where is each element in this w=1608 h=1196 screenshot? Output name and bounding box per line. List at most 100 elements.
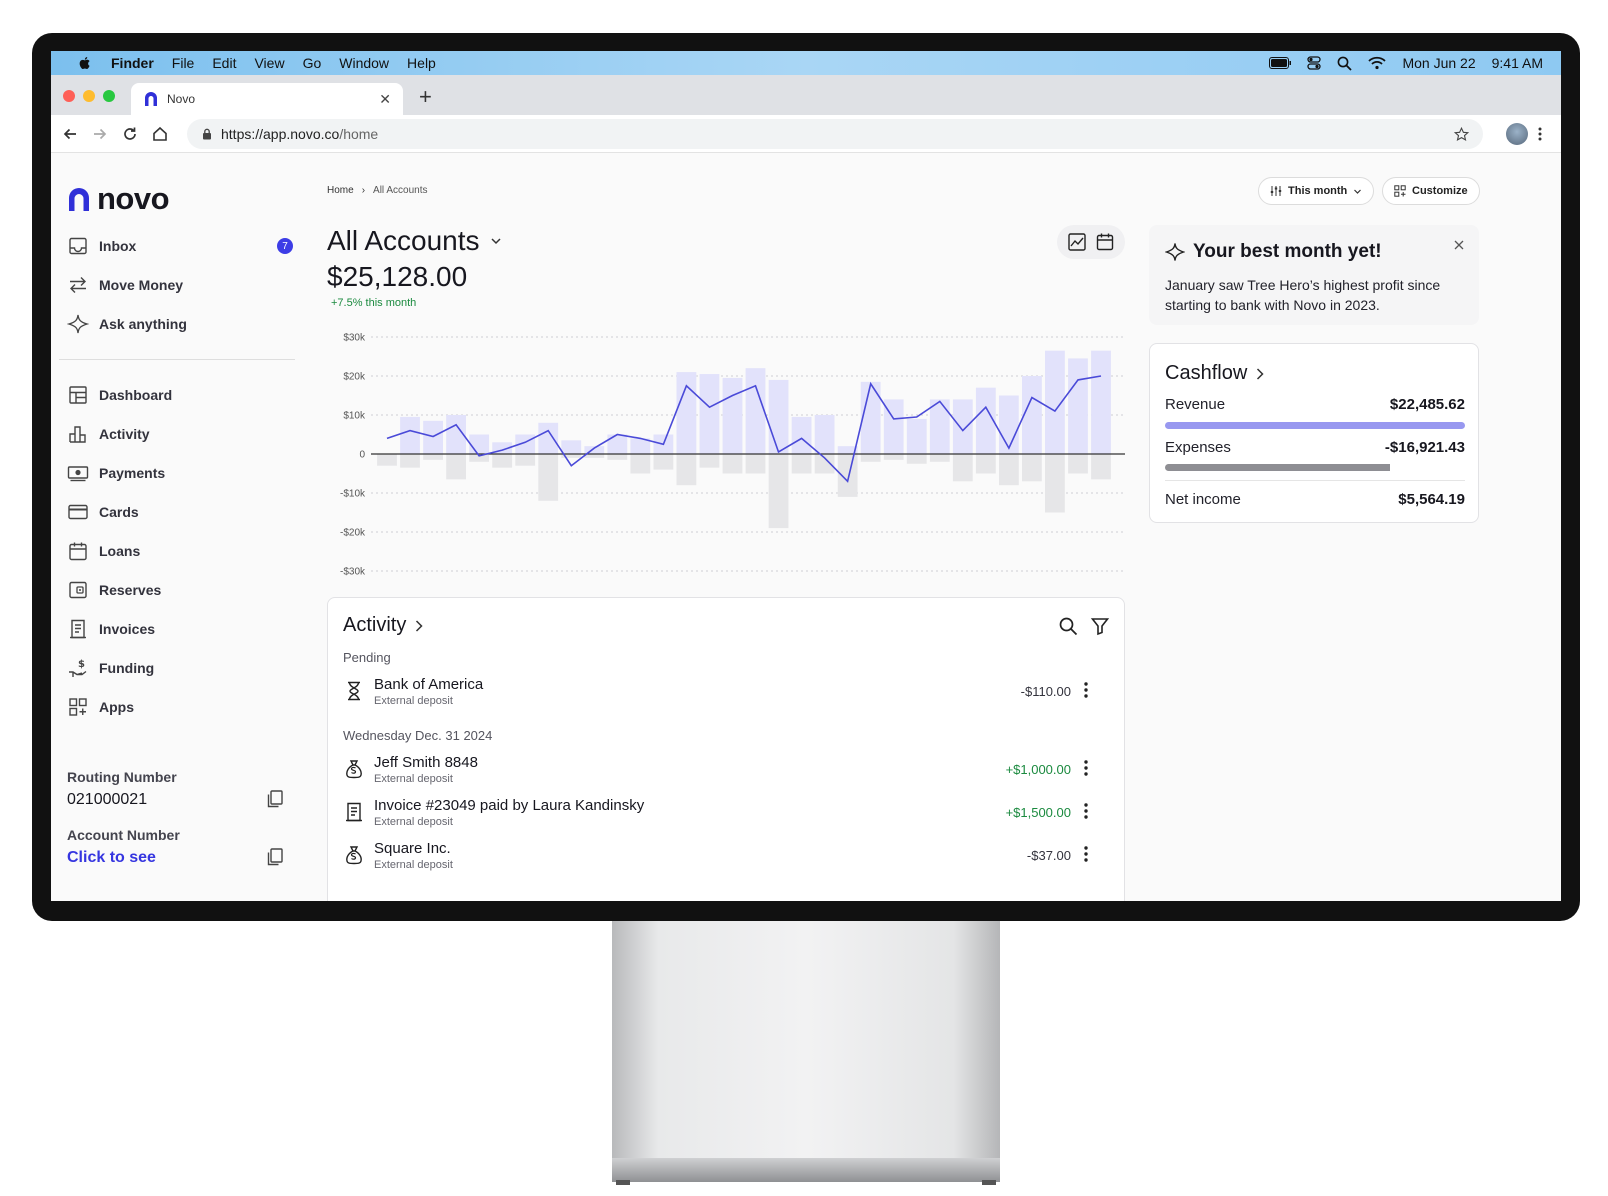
expenses-row: Expenses -$16,921.43 [1165,439,1465,456]
lock-icon [203,128,211,140]
more-options-icon[interactable] [1077,844,1095,864]
transaction-name: Jeff Smith 8848 [374,754,478,771]
sidebar-item-activity[interactable]: Activity [67,419,293,449]
sidebar-item-inbox[interactable]: Inbox 7 [67,231,293,261]
address-bar[interactable]: https://app.novo.co/home [187,119,1483,149]
chart-bar-positive [1068,358,1088,454]
filter-icon[interactable] [1090,616,1110,636]
sidebar-item-invoices[interactable]: Invoices [67,614,293,644]
sidebar-item-reserves[interactable]: Reserves [67,575,293,605]
net-income-label: Net income [1165,491,1241,508]
sidebar-item-label: Reserves [99,582,162,598]
novo-logo[interactable]: novo [67,181,170,217]
sidebar-item-label: Ask anything [99,316,187,332]
sidebar-item-funding[interactable]: $ Funding [67,653,293,683]
transaction-name: Square Inc. [374,840,451,857]
transaction-amount: +$1,000.00 [1005,762,1071,777]
browser-menu-kebab-icon[interactable] [1537,125,1543,143]
sidebar-item-move-money[interactable]: Move Money [67,270,293,300]
line-chart-view-icon[interactable] [1067,232,1087,252]
menu-window[interactable]: Window [339,55,389,71]
main-content: Home › All Accounts This month Customize… [327,153,1561,901]
insight-body: January saw Tree Hero’s highest profit s… [1165,277,1441,313]
expenses-label: Expenses [1165,439,1231,456]
sparkle-icon [67,314,89,334]
y-tick-label: $20k [343,372,366,383]
more-options-icon[interactable] [1077,680,1095,700]
copy-account-icon[interactable] [265,847,285,867]
bookmark-star-icon[interactable] [1454,126,1469,142]
page-title: All Accounts [327,225,480,256]
sidebar-item-cards[interactable]: Cards [67,497,293,527]
customize-label: Customize [1412,185,1468,197]
y-tick-label: -$10k [340,489,366,500]
menu-edit[interactable]: Edit [212,55,236,71]
home-icon[interactable] [151,125,169,143]
cashflow-header-link[interactable]: Cashflow [1165,362,1265,385]
transaction-row[interactable]: Invoice #23049 paid by Laura Kandinsky E… [343,797,1109,833]
close-icon[interactable] [1453,239,1465,251]
cashflow-card: Cashflow Revenue $22,485.62 Expenses -$1… [1149,343,1479,523]
mac-menu-bar: Finder File Edit View Go Window Help Mon… [51,51,1561,75]
menubar-time[interactable]: 9:41 AM [1492,55,1543,71]
chart-bar-negative [699,454,720,468]
hand-dollar-icon: $ [69,659,87,677]
control-center-icon[interactable] [1307,56,1322,70]
new-tab-button[interactable]: + [419,84,432,110]
monitor-stand [612,921,1000,1181]
breadcrumb-home[interactable]: Home [327,185,354,196]
browser-tab-novo[interactable]: Novo ✕ [131,83,403,115]
spotlight-search-icon[interactable] [1337,56,1353,71]
wifi-icon[interactable] [1368,56,1387,70]
menu-go[interactable]: Go [303,55,322,71]
chart-bar-positive [814,415,835,454]
activity-header-link[interactable]: Activity [343,614,424,637]
customize-button[interactable]: Customize [1382,177,1480,205]
chart-bar-negative [607,454,628,460]
menubar-date[interactable]: Mon Jun 22 [1402,55,1475,71]
back-arrow-icon[interactable] [61,125,79,143]
menu-finder[interactable]: Finder [111,55,154,71]
copy-routing-icon[interactable] [265,789,285,809]
account-selector[interactable]: All Accounts [327,225,502,257]
more-options-icon[interactable] [1077,801,1095,821]
transaction-row[interactable]: Square Inc. External deposit -$37.00 [343,840,1109,876]
profile-avatar[interactable] [1506,123,1528,145]
chevron-down-icon [1354,189,1362,194]
sidebar-item-payments[interactable]: Payments [67,458,293,488]
transaction-row[interactable]: Bank of America External deposit -$110.0… [343,676,1109,712]
sidebar-item-dashboard[interactable]: Dashboard [67,380,293,410]
chart-bar-negative [975,454,996,474]
chart-bar-positive [745,368,766,454]
transaction-row[interactable]: Jeff Smith 8848 External deposit +$1,000… [343,754,1109,790]
period-filter-button[interactable]: This month [1258,177,1375,205]
novo-app: novo Inbox 7 Move Money Ask anything Das… [51,153,1561,901]
menu-file[interactable]: File [172,55,195,71]
battery-icon[interactable] [1269,57,1292,69]
search-icon[interactable] [1058,616,1078,636]
sidebar-item-ask-anything[interactable]: Ask anything [67,309,293,339]
calendar-view-icon[interactable] [1095,232,1115,252]
cashflow-title: Cashflow [1165,362,1248,384]
forward-arrow-icon[interactable] [91,125,109,143]
close-window-button[interactable] [63,90,75,102]
close-tab-icon[interactable]: ✕ [379,91,391,108]
sidebar-item-apps[interactable]: Apps [67,692,293,722]
stand-foot [616,1180,630,1185]
sidebar-item-loans[interactable]: Loans [67,536,293,566]
reload-icon[interactable] [121,125,139,143]
chart-bar-negative [515,454,536,466]
apple-logo-icon[interactable] [77,55,93,71]
novo-logo-mark-icon [69,188,89,211]
more-options-icon[interactable] [1077,758,1095,778]
breadcrumb: Home › All Accounts [327,185,428,196]
menu-view[interactable]: View [254,55,284,71]
reveal-account-number-link[interactable]: Click to see [67,849,156,867]
logo-wordmark: novo [97,181,170,216]
minimize-window-button[interactable] [83,90,95,102]
y-tick-label: -$30k [340,567,366,578]
breadcrumb-separator-icon: › [361,185,366,196]
menu-help[interactable]: Help [407,55,436,71]
net-income-row: Net income $5,564.19 [1165,491,1465,508]
maximize-window-button[interactable] [103,90,115,102]
